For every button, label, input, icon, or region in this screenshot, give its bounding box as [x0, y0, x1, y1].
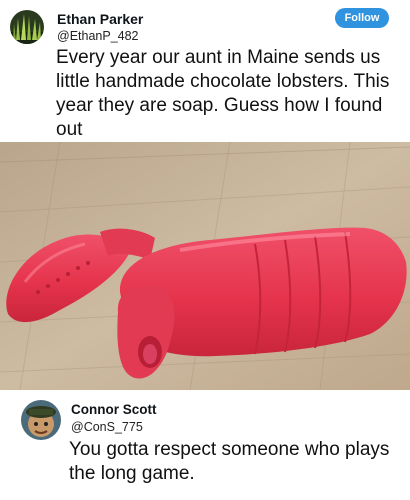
tweet-text: Every year our aunt in Maine sends us li… — [56, 47, 390, 140]
reply-tweet: Connor Scott @ConS_775 You gotta respect… — [0, 390, 410, 500]
avatar-image — [21, 400, 61, 440]
lobster-soap-image — [0, 142, 410, 390]
author-handle[interactable]: @ConS_775 — [71, 420, 143, 434]
tweet-photo[interactable] — [0, 142, 410, 390]
author-handle[interactable]: @EthanP_482 — [57, 29, 139, 43]
follow-button[interactable]: Follow — [335, 8, 389, 28]
avatar-image — [10, 10, 44, 44]
tweet: Ethan Parker @EthanP_482 Follow Every ye… — [0, 0, 410, 142]
author-name[interactable]: Ethan Parker — [57, 11, 143, 27]
avatar[interactable] — [10, 10, 44, 44]
avatar[interactable] — [21, 400, 61, 440]
author-name[interactable]: Connor Scott — [71, 402, 157, 417]
reply-text: You gotta respect someone who plays the … — [69, 439, 390, 484]
